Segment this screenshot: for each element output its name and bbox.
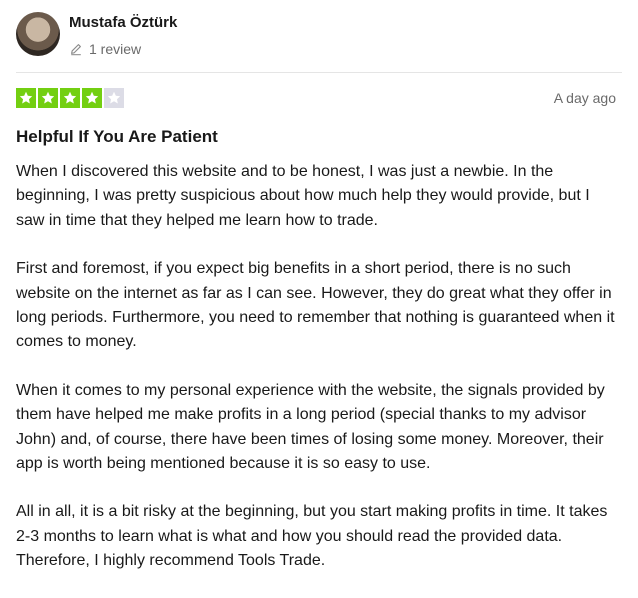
review-count-label: 1 review — [89, 41, 142, 57]
review-paragraph: First and foremost, if you expect big be… — [16, 260, 615, 351]
star-icon — [82, 88, 102, 108]
review-date: A day ago — [553, 90, 616, 106]
review-paragraph: When I discovered this website and to be… — [16, 163, 590, 229]
reviewer-header: Mustafa Öztürk 1 review — [16, 12, 177, 57]
divider — [16, 72, 622, 73]
pencil-icon — [71, 44, 81, 56]
reviewer-name[interactable]: Mustafa Öztürk — [69, 14, 177, 31]
reviewer-meta: Mustafa Öztürk 1 review — [69, 12, 177, 57]
review-paragraph: When it comes to my personal experience … — [16, 381, 605, 473]
review-paragraph: All in all, it is a bit risky at the beg… — [16, 503, 608, 570]
review-card: Mustafa Öztürk 1 review A day ago Helpfu… — [0, 0, 638, 598]
star-icon — [60, 88, 80, 108]
avatar[interactable] — [16, 12, 60, 56]
review-title[interactable]: Helpful If You Are Patient — [16, 127, 218, 147]
review-count: 1 review — [69, 41, 177, 57]
star-icon — [104, 88, 124, 108]
star-icon — [38, 88, 58, 108]
star-rating — [16, 88, 622, 108]
rating-row: A day ago — [16, 88, 622, 110]
review-body: When I discovered this website and to be… — [16, 160, 616, 574]
star-icon — [16, 88, 36, 108]
